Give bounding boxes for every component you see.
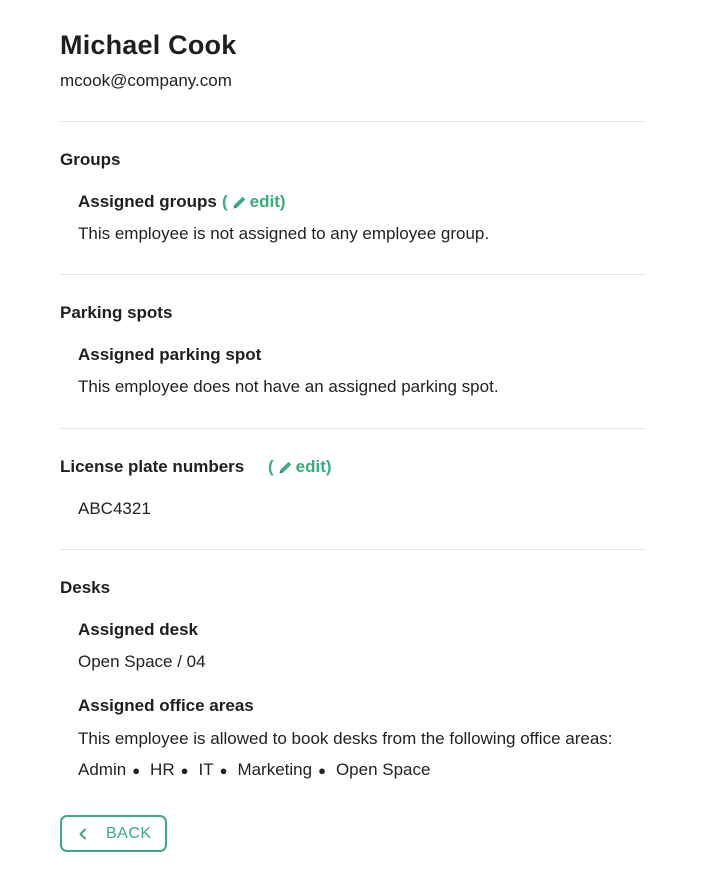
assigned-parking-label: Assigned parking spot xyxy=(78,345,262,364)
divider xyxy=(60,274,646,275)
employee-name: Michael Cook xyxy=(60,30,237,60)
edit-groups-label: edit xyxy=(249,192,280,211)
assigned-desk-value: Open Space / 04 xyxy=(78,652,206,671)
edit-license-label: edit xyxy=(295,457,326,476)
groups-empty-text: This employee is not assigned to any emp… xyxy=(78,224,490,243)
edit-groups-link[interactable]: ( edit ) xyxy=(222,192,286,212)
office-area-item: HR xyxy=(150,760,175,779)
office-areas-intro: This employee is allowed to book desks f… xyxy=(78,729,613,748)
license-plate-value: ABC4321 xyxy=(78,499,151,518)
office-area-item: Open Space xyxy=(335,760,431,779)
pencil-icon xyxy=(279,461,291,473)
bullet-separator: ● xyxy=(180,762,189,778)
assigned-office-areas-label: Assigned office areas xyxy=(78,696,254,715)
office-areas-list: Admin ● HR ● IT ● Marketing ● Open Space xyxy=(78,760,430,780)
divider xyxy=(60,121,646,122)
back-button[interactable]: BACK xyxy=(60,815,167,852)
edit-license-link[interactable]: ( edit ) xyxy=(268,457,332,477)
assigned-groups-label: Assigned groups xyxy=(78,192,217,211)
employee-email: mcook@company.com xyxy=(60,71,232,90)
divider xyxy=(60,549,646,550)
office-area-item: Admin xyxy=(78,760,127,779)
bullet-separator: ● xyxy=(318,762,326,778)
groups-section-title: Groups xyxy=(60,150,121,169)
pencil-icon xyxy=(233,196,245,208)
license-section-title: License plate numbers xyxy=(60,457,245,476)
chevron-left-icon xyxy=(79,828,86,839)
parking-empty-text: This employee does not have an assigned … xyxy=(78,377,499,396)
divider xyxy=(60,428,646,429)
office-area-item: IT xyxy=(198,760,214,779)
desks-section-title: Desks xyxy=(60,578,111,597)
bullet-separator: ● xyxy=(219,762,228,778)
back-button-label: BACK xyxy=(106,824,152,842)
assigned-desk-label: Assigned desk xyxy=(78,620,198,639)
bullet-separator: ● xyxy=(132,762,141,778)
parking-section-title: Parking spots xyxy=(60,303,173,322)
office-area-item: Marketing xyxy=(237,760,313,779)
